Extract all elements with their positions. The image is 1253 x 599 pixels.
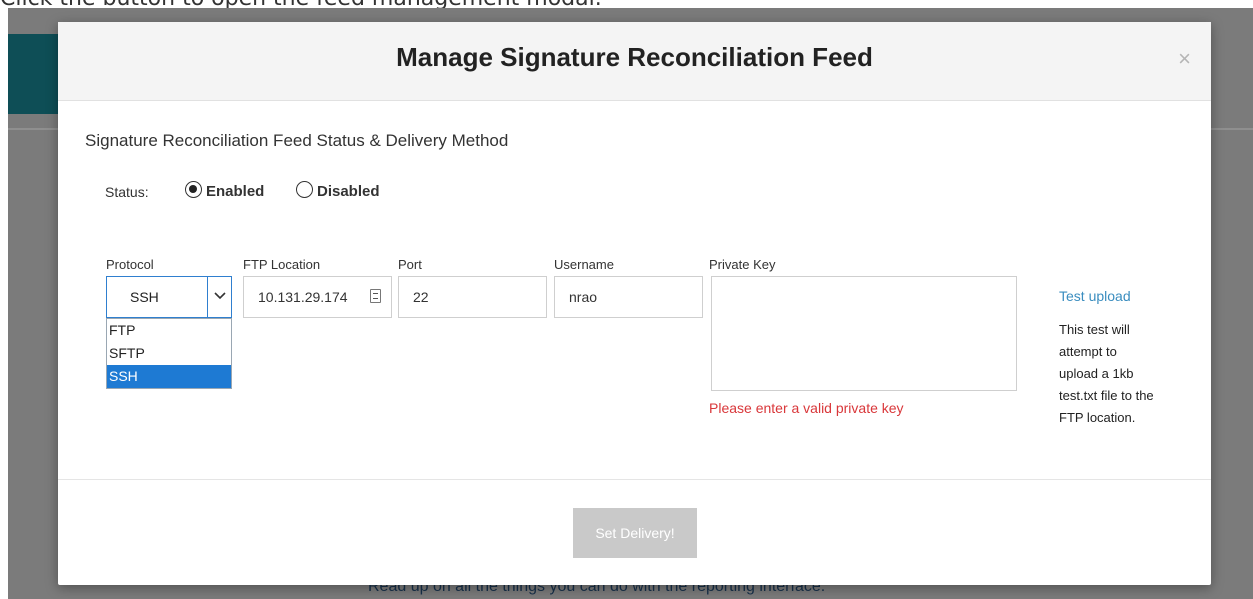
status-disabled-radio[interactable]: [296, 181, 313, 198]
ftp-location-input[interactable]: 10.131.29.174: [243, 276, 392, 318]
ftp-location-value: 10.131.29.174: [258, 289, 348, 305]
protocol-select-value: SSH: [130, 289, 159, 305]
username-value: nrao: [569, 289, 598, 305]
protocol-label: Protocol: [106, 257, 154, 272]
private-key-label: Private Key: [709, 257, 776, 272]
test-upload-help-text: This test will attempt to upload a 1kb t…: [1059, 322, 1154, 425]
status-enabled-radio[interactable]: [185, 181, 202, 198]
page: Click the button to open the feed manage…: [0, 0, 1253, 599]
section-heading: Signature Reconciliation Feed Status & D…: [85, 131, 509, 150]
status-enabled-label[interactable]: Enabled: [206, 183, 264, 200]
status-disabled-label[interactable]: Disabled: [317, 183, 380, 200]
status-label: Status:: [105, 184, 149, 200]
modal-footer-divider: [58, 479, 1211, 480]
username-label: Username: [554, 257, 614, 272]
modal-header: Manage Signature Reconciliation Feed ×: [58, 22, 1211, 101]
set-delivery-button[interactable]: Set Delivery!: [573, 508, 697, 558]
address-picker-icon[interactable]: [370, 289, 381, 303]
test-upload-link[interactable]: Test upload: [1059, 288, 1131, 304]
chevron-down-icon[interactable]: [207, 277, 231, 317]
ftp-location-label: FTP Location: [243, 257, 321, 272]
private-key-textarea[interactable]: [711, 276, 1017, 391]
port-value: 22: [413, 289, 429, 305]
protocol-option-ftp[interactable]: FTP: [107, 319, 231, 342]
protocol-option-sftp[interactable]: SFTP: [107, 342, 231, 365]
port-input[interactable]: 22: [398, 276, 547, 318]
close-icon[interactable]: ×: [1178, 48, 1191, 70]
modal-title: Manage Signature Reconciliation Feed: [396, 42, 873, 72]
feed-modal: Manage Signature Reconciliation Feed × S…: [58, 22, 1211, 585]
protocol-select[interactable]: SSH: [106, 276, 232, 318]
protocol-option-ssh[interactable]: SSH: [107, 365, 231, 388]
username-input[interactable]: nrao: [554, 276, 703, 318]
protocol-dropdown-list: FTP SFTP SSH: [106, 318, 232, 389]
port-label: Port: [398, 257, 422, 272]
private-key-error: Please enter a valid private key: [709, 400, 904, 416]
